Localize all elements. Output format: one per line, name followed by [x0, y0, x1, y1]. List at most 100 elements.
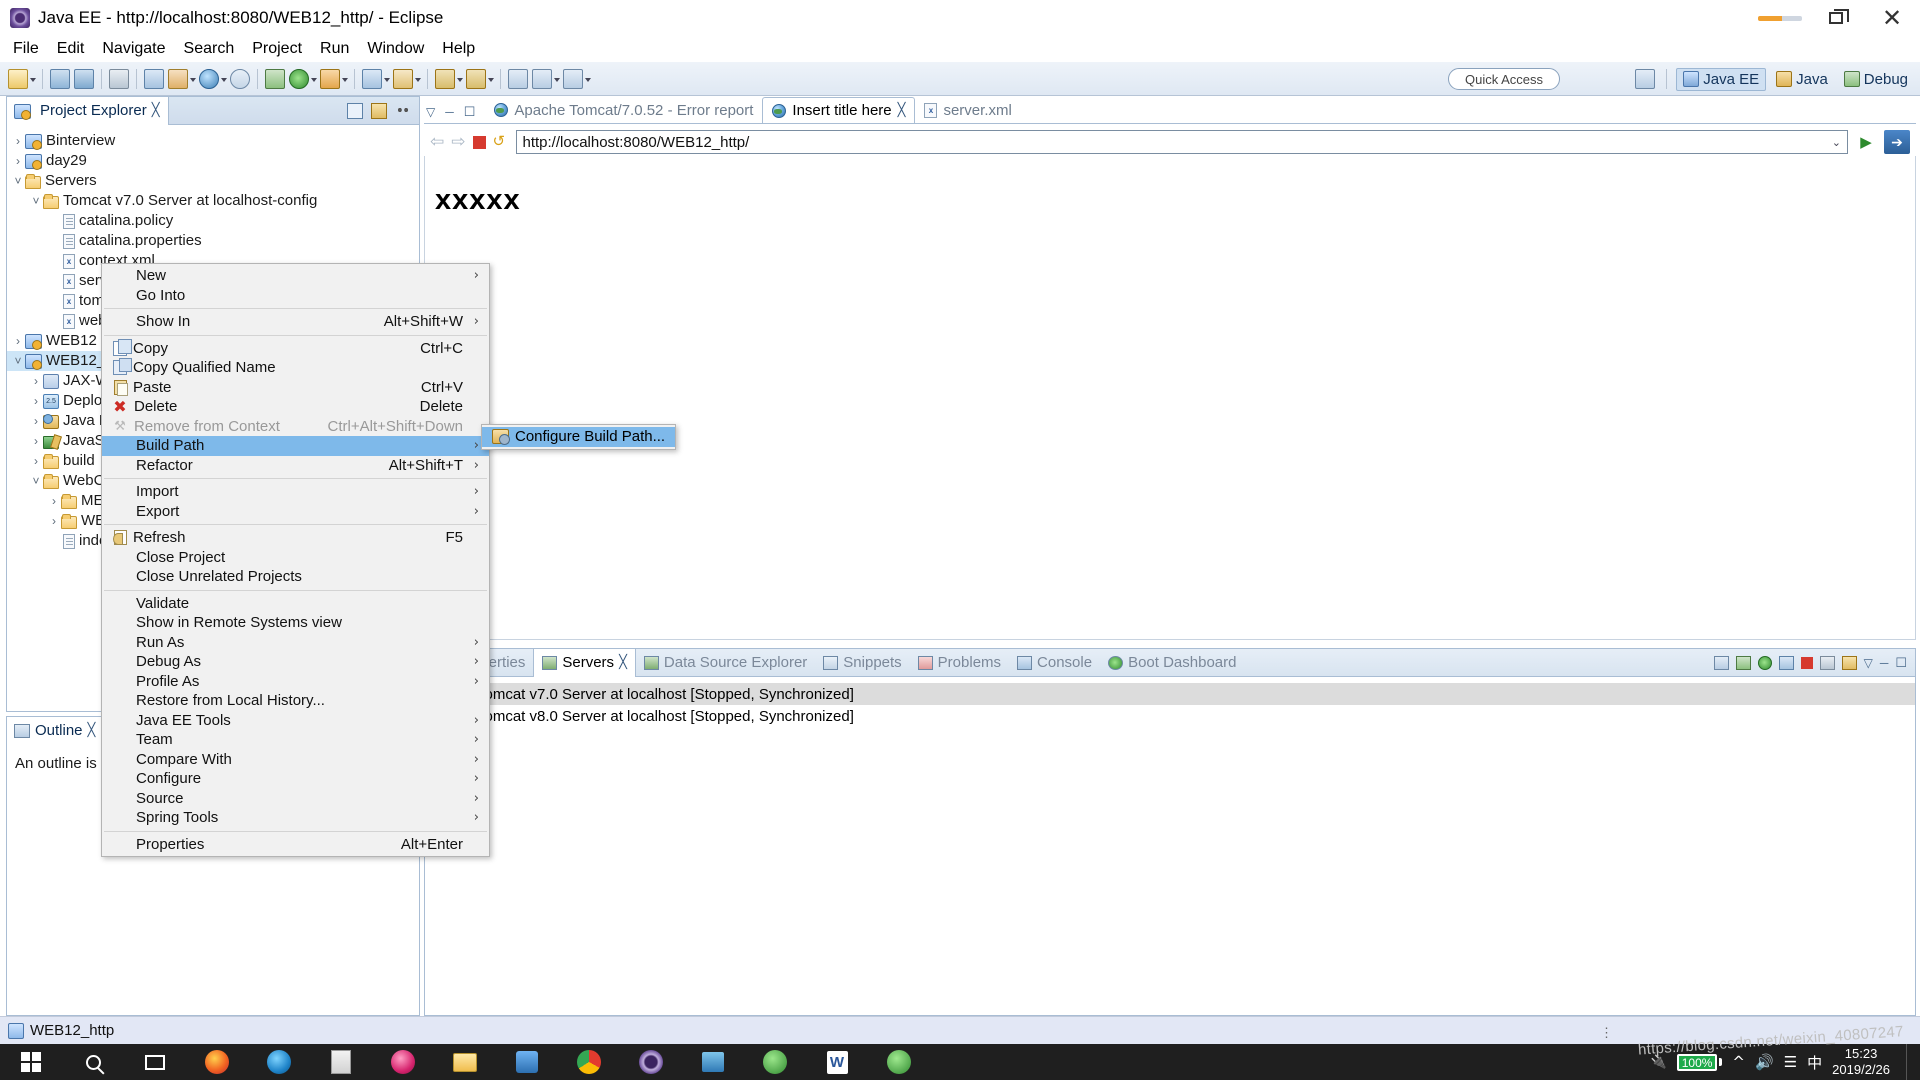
bottom-tab-problems[interactable]: Problems: [910, 649, 1009, 677]
menu-item-close-project[interactable]: Close Project: [102, 548, 489, 568]
editor-view-menu-icon[interactable]: ▽: [426, 105, 435, 119]
chevron-right-icon[interactable]: ›: [29, 374, 43, 388]
git-icon[interactable]: [744, 1044, 806, 1080]
external-tools-dropdown-icon[interactable]: [342, 69, 349, 89]
task-view-icon[interactable]: [124, 1044, 186, 1080]
url-input[interactable]: http://localhost:8080/WEB12_http/ ⌄: [515, 130, 1848, 154]
menu-item-copy[interactable]: Copy Ctrl+C: [102, 338, 489, 359]
search-icon[interactable]: [230, 68, 250, 89]
menu-item-delete[interactable]: ✖ Delete Delete: [102, 397, 489, 417]
close-button[interactable]: ✕: [1864, 0, 1920, 36]
close-icon[interactable]: ╳: [152, 103, 160, 118]
chevron-down-icon[interactable]: ˅: [11, 174, 25, 188]
eclipse-icon[interactable]: [620, 1044, 682, 1080]
menu-item-compare-with[interactable]: Compare With ›: [102, 750, 489, 770]
editor-maximize-icon[interactable]: ☐: [464, 104, 476, 120]
back-icon[interactable]: [532, 68, 552, 89]
perspective-java-ee[interactable]: Java EE: [1676, 67, 1767, 91]
chevron-down-icon[interactable]: ˅: [29, 194, 43, 208]
menu-file[interactable]: File: [4, 38, 48, 60]
perspective-java[interactable]: Java: [1770, 69, 1834, 90]
editor-minimize-icon[interactable]: ─: [445, 105, 454, 119]
battery-indicator[interactable]: 100%: [1676, 1053, 1723, 1071]
menu-search[interactable]: Search: [175, 38, 244, 60]
menu-item-new[interactable]: New ›: [102, 266, 489, 286]
build-path-submenu[interactable]: Configure Build Path...: [481, 424, 676, 450]
open-external-browser-button[interactable]: ➔: [1884, 130, 1910, 154]
new-package-icon[interactable]: [393, 68, 413, 89]
tree-item[interactable]: › Binterview: [7, 131, 419, 151]
run-dropdown-icon[interactable]: [311, 69, 318, 89]
tree-item[interactable]: catalina.properties: [7, 231, 419, 251]
chevron-right-icon[interactable]: ›: [47, 514, 61, 528]
firefox-icon[interactable]: [186, 1044, 248, 1080]
taskbar-clock[interactable]: 15:23 2019/2/26: [1832, 1046, 1896, 1078]
word-icon[interactable]: W: [806, 1044, 868, 1080]
editor-tab-server-xml[interactable]: x server.xml: [915, 97, 1020, 123]
new-java-project-icon[interactable]: [362, 68, 382, 89]
print-icon[interactable]: [109, 68, 129, 89]
outlook-icon[interactable]: [682, 1044, 744, 1080]
view-menu-icon[interactable]: [395, 105, 411, 116]
servers-list[interactable]: › Tomcat v7.0 Server at localhost [Stoppe…: [425, 677, 1915, 727]
save-all-icon[interactable]: [74, 68, 94, 89]
menu-item-java-ee-tools[interactable]: Java EE Tools ›: [102, 711, 489, 731]
chevron-right-icon[interactable]: ›: [11, 154, 25, 168]
menu-item-paste[interactable]: Paste Ctrl+V: [102, 378, 489, 398]
edge-icon[interactable]: [248, 1044, 310, 1080]
menu-run[interactable]: Run: [311, 38, 358, 60]
menu-item-source[interactable]: Source ›: [102, 789, 489, 809]
network-icon[interactable]: ☰: [1784, 1053, 1797, 1071]
menu-project[interactable]: Project: [243, 38, 311, 60]
menu-item-properties[interactable]: Properties Alt+Enter: [102, 835, 489, 855]
stop-server-icon[interactable]: [1800, 657, 1813, 669]
close-icon[interactable]: ╳: [619, 655, 627, 670]
next-annotation-icon[interactable]: [435, 68, 455, 89]
tree-item[interactable]: › day29: [7, 151, 419, 171]
open-type-icon[interactable]: [144, 68, 164, 89]
bottom-tab-console[interactable]: Console: [1009, 649, 1100, 677]
back-dropdown-icon[interactable]: [554, 69, 561, 89]
volume-icon[interactable]: 🔊: [1755, 1053, 1774, 1071]
open-perspective-icon[interactable]: [1635, 69, 1656, 89]
bottom-tab-snippets[interactable]: Snippets: [815, 649, 909, 677]
forward-dropdown-icon[interactable]: [585, 69, 592, 89]
menu-item-export[interactable]: Export ›: [102, 502, 489, 522]
editor-tab-tomcat-error-report[interactable]: Apache Tomcat/7.0.52 - Error report: [485, 97, 762, 123]
menu-item-configure-build-path[interactable]: Configure Build Path...: [482, 427, 675, 447]
chevron-right-icon[interactable]: ›: [29, 414, 43, 428]
menu-item-profile-as[interactable]: Profile As ›: [102, 672, 489, 692]
publish-icon[interactable]: [1819, 656, 1835, 670]
minimize-button[interactable]: [1752, 0, 1808, 36]
tab-outline[interactable]: Outline ╳: [7, 716, 105, 745]
menu-item-debug-as[interactable]: Debug As ›: [102, 652, 489, 672]
server-view-menu-icon[interactable]: [1841, 656, 1857, 670]
compass-icon[interactable]: [372, 1044, 434, 1080]
new-server-icon[interactable]: [1713, 656, 1729, 670]
save-icon[interactable]: [50, 68, 70, 89]
collapse-icon[interactable]: ─: [1880, 656, 1889, 670]
menu-window[interactable]: Window: [358, 38, 433, 60]
last-edit-location-icon[interactable]: [508, 68, 528, 89]
windows-start-icon[interactable]: [0, 1044, 62, 1080]
translate-icon[interactable]: [496, 1044, 558, 1080]
show-hidden-icons-icon[interactable]: ^: [1732, 1053, 1745, 1071]
run-icon[interactable]: [289, 68, 309, 89]
menu-item-import[interactable]: Import ›: [102, 482, 489, 502]
close-icon[interactable]: ╳: [898, 103, 906, 118]
chrome-icon[interactable]: [558, 1044, 620, 1080]
bottom-tab-boot-dashboard[interactable]: Boot Dashboard: [1100, 649, 1244, 677]
link-with-editor-icon[interactable]: [371, 102, 387, 119]
menu-help[interactable]: Help: [433, 38, 484, 60]
open-dropdown-icon[interactable]: [190, 69, 197, 89]
input-method-icon[interactable]: 中: [1807, 1052, 1822, 1073]
forward-icon[interactable]: [563, 68, 583, 89]
chevron-right-icon[interactable]: ›: [29, 454, 43, 468]
menu-item-validate[interactable]: Validate: [102, 594, 489, 614]
editor-tab-insert-title-here[interactable]: Insert title here ╳: [762, 97, 916, 123]
menu-item-show-in-remote-systems-view[interactable]: Show in Remote Systems view: [102, 613, 489, 633]
menu-item-spring-tools[interactable]: Spring Tools ›: [102, 808, 489, 828]
new-package-dropdown-icon[interactable]: [415, 69, 422, 89]
menu-navigate[interactable]: Navigate: [93, 38, 174, 60]
open-resource-icon[interactable]: [168, 68, 188, 89]
